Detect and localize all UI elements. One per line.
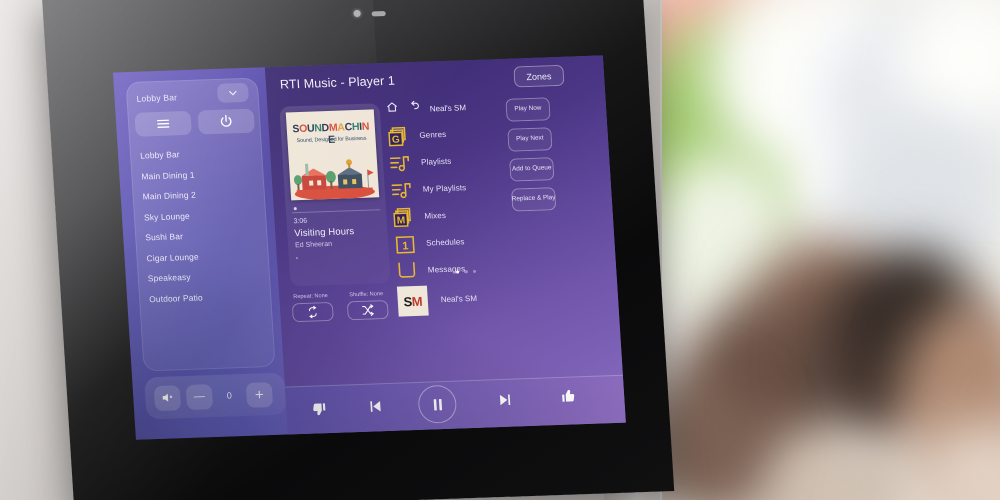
screenshot-root: Lobby Bar [0, 0, 1000, 500]
proximity-sensor-icon [371, 10, 386, 17]
tablet-screen: Lobby Bar [112, 55, 626, 440]
wall-mounted-tablet: Lobby Bar [41, 0, 675, 500]
background-cafe-photo [648, 0, 1000, 500]
screen-glare [112, 55, 626, 440]
